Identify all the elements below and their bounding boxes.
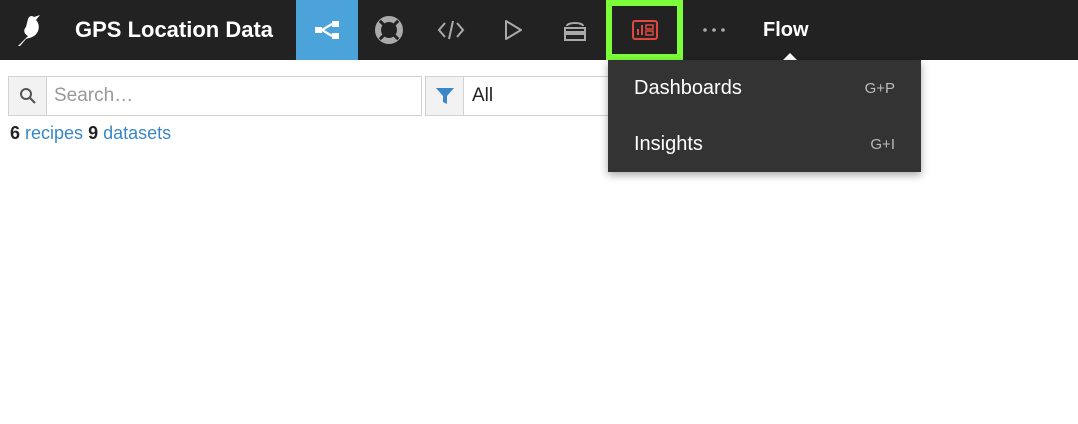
search-input[interactable] <box>47 77 421 115</box>
current-section-label: Flow <box>763 18 809 41</box>
menu-item-dashboards[interactable]: Dashboards G+P <box>608 60 921 116</box>
menu-item-shortcut: G+P <box>864 79 895 97</box>
menu-item-label: Insights <box>634 132 703 155</box>
dashboards-nav-button[interactable] <box>606 0 683 60</box>
project-title[interactable]: GPS Location Data <box>64 0 296 60</box>
jobs-nav-button[interactable] <box>482 0 544 60</box>
top-navigation-bar: GPS Location Data Flow <box>0 0 1078 60</box>
bundle-icon <box>564 22 586 41</box>
filter-value: All <box>472 85 494 106</box>
flow-toolbar: All <box>8 76 625 116</box>
dashboards-dropdown-menu: Dashboards G+P Insights G+I <box>608 60 921 172</box>
more-dots-icon <box>703 28 725 32</box>
search-icon <box>9 77 47 115</box>
lifebuoy-icon <box>375 16 403 44</box>
recipes-count: 6 <box>10 123 21 143</box>
item-counts: 6 recipes 9 datasets <box>10 123 171 144</box>
datasets-count: 9 <box>88 123 99 143</box>
dashboard-icon <box>631 20 658 40</box>
code-nav-button[interactable] <box>420 0 482 60</box>
search-box <box>8 76 422 116</box>
bird-logo-icon[interactable] <box>0 0 64 60</box>
deploy-nav-button[interactable] <box>544 0 606 60</box>
lab-nav-button[interactable] <box>358 0 420 60</box>
datasets-link[interactable]: datasets <box>103 123 171 143</box>
flow-nav-button[interactable] <box>296 0 358 60</box>
filter-select[interactable]: All <box>425 76 625 116</box>
more-nav-button[interactable] <box>683 0 745 60</box>
menu-item-shortcut: G+I <box>870 135 895 153</box>
menu-item-insights[interactable]: Insights G+I <box>608 116 921 172</box>
filter-icon <box>426 77 464 115</box>
caret-up-icon <box>783 53 797 60</box>
current-section: Flow <box>745 0 809 60</box>
code-icon <box>437 20 465 40</box>
play-icon <box>505 20 522 40</box>
menu-item-label: Dashboards <box>634 76 742 99</box>
flow-icon <box>315 21 339 39</box>
recipes-link[interactable]: recipes <box>25 123 83 143</box>
